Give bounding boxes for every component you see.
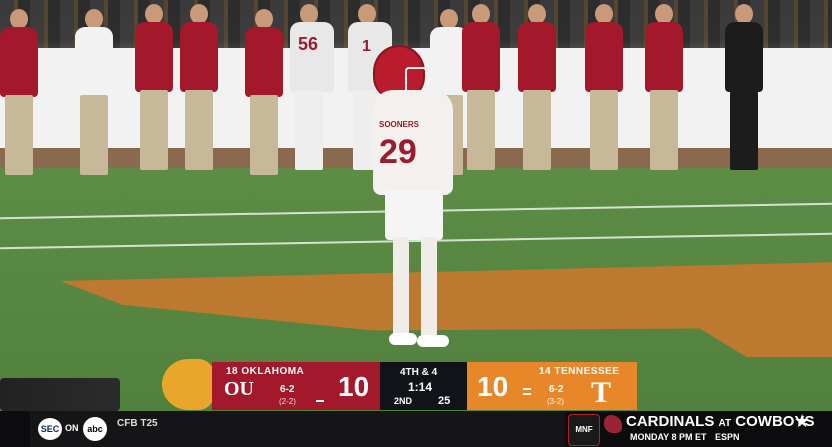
abc-logo-icon: abc: [83, 417, 107, 441]
away-score: 10: [338, 371, 370, 402]
jersey-number: 29: [379, 133, 417, 171]
away-team-panel: 18 OKLAHOMA OU 6-2 (2-2) 10: [212, 362, 382, 410]
sideline-person: [585, 0, 623, 175]
right-cleat: [417, 335, 449, 347]
home-team-panel: 14 TENNESSEE 10 6-2 (3-2) T: [467, 362, 637, 410]
ticker-left-panel: [30, 411, 565, 447]
broadcast-frame: 56 1 SOONERS 29 18 OKLAHOMA OU 6-2 (2-2)…: [0, 0, 832, 447]
game-status-panel: 4TH & 4 1:14 2ND 25: [380, 362, 468, 410]
cardinals-icon: [604, 415, 622, 433]
ou-logo-icon: OU: [224, 378, 254, 400]
away-team-name: 18 OKLAHOMA: [226, 366, 305, 377]
away-timeout-indicator: [316, 400, 324, 402]
sideline-person: [0, 5, 38, 180]
star-icon: ★: [794, 411, 811, 432]
home-timeout-indicator: [523, 388, 531, 390]
promo-network: ESPN: [715, 432, 740, 442]
down-distance: 4TH & 4: [400, 367, 438, 378]
sideline-person: [518, 0, 556, 175]
sideline-person: [645, 0, 683, 175]
home-score: 10: [477, 371, 509, 402]
promo-matchup: CARDINALS AT COWBOYS: [626, 413, 814, 430]
t-logo-icon: T: [591, 376, 612, 409]
sideline-player: 56: [290, 0, 334, 175]
police-officer: [725, 0, 763, 175]
home-timeout-indicator: [523, 393, 531, 395]
sideline-person: [75, 5, 113, 180]
quarter: 2ND: [394, 396, 413, 406]
scorebug: 18 OKLAHOMA OU 6-2 (2-2) 10 4TH & 4 1:14…: [162, 359, 637, 410]
overlay-edge: [0, 378, 120, 411]
sideline-person: [135, 0, 173, 175]
left-cleat: [389, 333, 417, 345]
game-clock: 1:14: [408, 380, 433, 394]
sideline-jersey-number: 56: [298, 34, 319, 54]
home-conf-record: (3-2): [547, 397, 564, 406]
ticker-headline: CFB T25: [117, 418, 158, 429]
play-clock: 25: [438, 395, 451, 407]
sideline-person: [245, 5, 283, 180]
kicker-player: SOONERS 29: [365, 45, 475, 355]
mnf-logo-icon: MNF: [568, 414, 600, 446]
shorts: [385, 190, 443, 240]
jersey-text: SOONERS: [379, 120, 420, 129]
away-record: 6-2: [280, 384, 295, 395]
promo-away-team: CARDINALS: [626, 413, 715, 430]
football-icon: [162, 359, 214, 410]
right-leg: [421, 237, 437, 337]
left-leg: [393, 237, 409, 337]
on-label: ON: [65, 423, 79, 433]
sideline-person: [180, 0, 218, 175]
sec-logo-icon: SEC: [38, 418, 62, 440]
home-record: 6-2: [549, 384, 564, 395]
away-conf-record: (2-2): [279, 397, 296, 406]
promo-at: AT: [718, 418, 732, 429]
promo-subline: MONDAY 8 PM ET ESPN: [630, 432, 740, 442]
promo-time: MONDAY 8 PM ET: [630, 432, 707, 442]
